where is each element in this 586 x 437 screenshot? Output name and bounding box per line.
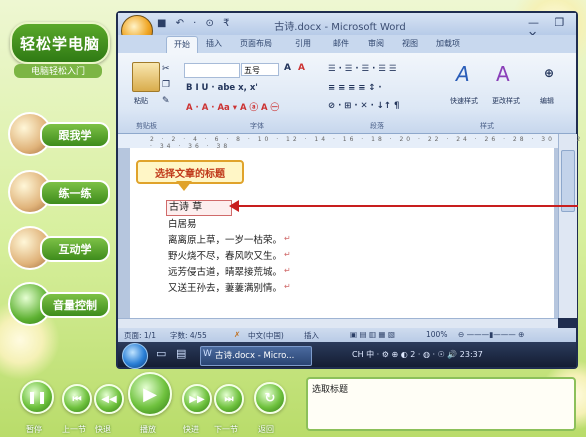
- quick-styles-label: 快速样式: [450, 97, 478, 105]
- tab-home[interactable]: 开始: [166, 36, 198, 53]
- view-buttons[interactable]: ▣ ▤ ▥ ▦ ▧: [350, 330, 395, 339]
- caption-box: 选取标题: [306, 377, 576, 431]
- play-icon: ▶: [143, 383, 157, 405]
- tab-addins[interactable]: 加载项: [436, 38, 460, 49]
- return-button[interactable]: ↻: [254, 382, 286, 414]
- tab-page-layout[interactable]: 页面布局: [240, 38, 272, 49]
- status-language[interactable]: 中文(中国): [248, 330, 284, 341]
- grow-font-icon[interactable]: A: [284, 63, 291, 73]
- paste-label: 粘贴: [134, 97, 148, 105]
- sidebar-item-label: 练一练: [40, 180, 110, 206]
- pause-icon: ❚❚: [26, 390, 48, 404]
- status-bar: 页面: 1/1 字数: 4/55 ✗ 中文(中国) 插入 ▣ ▤ ▥ ▦ ▧ 1…: [118, 328, 576, 342]
- pointer-arrow-line: [238, 205, 578, 207]
- tab-mailings[interactable]: 邮件: [333, 38, 349, 49]
- start-button-icon[interactable]: [122, 343, 148, 369]
- tab-review[interactable]: 审阅: [368, 38, 384, 49]
- find-icon[interactable]: ⊕: [544, 66, 554, 80]
- group-label-styles: 样式: [480, 122, 494, 130]
- window-title: 古诗.docx - Microsoft Word: [274, 22, 406, 33]
- poem-line[interactable]: 野火烧不尽，春风吹又生。: [168, 248, 282, 262]
- copy-icon[interactable]: ❐: [162, 80, 170, 90]
- rewind-button[interactable]: ◀◀: [94, 384, 124, 414]
- editing-label[interactable]: 编辑: [540, 96, 554, 106]
- next-section-button[interactable]: ⏭: [214, 384, 244, 414]
- sidebar-item-label: 互动学: [40, 236, 110, 262]
- play-button[interactable]: ▶: [128, 372, 172, 416]
- skip-back-icon: ⏮: [72, 393, 82, 405]
- font-size-dropdown[interactable]: 五号: [241, 63, 279, 76]
- status-page[interactable]: 页面: 1/1: [124, 330, 156, 341]
- word-doc-icon: W: [203, 349, 212, 359]
- pause-label: 暂停: [26, 425, 42, 434]
- paste-icon[interactable]: [132, 62, 160, 92]
- clear-format-icon[interactable]: A: [298, 63, 305, 73]
- fast-forward-label: 快进: [183, 425, 199, 434]
- poem-author[interactable]: 白居易: [168, 216, 197, 230]
- sidebar-item-volume[interactable]: 音量控制: [8, 282, 110, 326]
- sidebar-item-practice[interactable]: 练一练: [8, 170, 110, 214]
- quick-access-toolbar[interactable]: ■ ↶ · ⊙ ₹: [157, 18, 232, 29]
- sidebar: 轻松学电脑 电脑轻松入门 跟我学 练一练 互动学 音量控制: [0, 0, 112, 375]
- paragraph-mark-icon: ↵: [284, 282, 291, 291]
- poem-title-selected[interactable]: 古诗 草: [166, 200, 232, 216]
- group-label-font: 字体: [250, 122, 264, 130]
- arrow-head-icon: [229, 200, 239, 212]
- format-painter-icon[interactable]: ✎: [162, 96, 170, 106]
- fast-forward-icon: ▶▶: [189, 393, 205, 405]
- sidebar-item-learn[interactable]: 跟我学: [8, 112, 110, 156]
- pause-button[interactable]: ❚❚: [20, 380, 54, 414]
- change-styles-button[interactable]: A: [492, 62, 528, 92]
- taskbar-item-word[interactable]: 古诗.docx - Micro...: [200, 346, 312, 366]
- sidebar-item-label: 音量控制: [40, 292, 110, 318]
- app-logo: 轻松学电脑: [10, 22, 110, 64]
- change-styles-label: 更改样式: [492, 97, 520, 105]
- sidebar-item-label: 跟我学: [40, 122, 110, 148]
- sidebar-item-interactive[interactable]: 互动学: [8, 226, 110, 270]
- system-tray[interactable]: CH 中 · ⚙ ⊕ ◐ 2 · ◍ · ☉ 🔊 23:37: [352, 349, 572, 360]
- poem-line[interactable]: 又送王孙去，萋萋满别情。: [168, 280, 282, 294]
- align-toolbar[interactable]: ≡ ≡ ≡ ≡ ↕ ·: [328, 83, 382, 93]
- rewind-icon: ◀◀: [101, 393, 117, 405]
- zoom-slider[interactable]: ⊖ ———▮——— ⊕: [458, 330, 524, 339]
- border-toolbar[interactable]: ⊘ · ⊞ · ✕ · ↓↑ ¶: [328, 101, 399, 111]
- explorer-icon[interactable]: ▤: [176, 347, 186, 360]
- app-subtitle: 电脑轻松入门: [14, 64, 102, 78]
- rewind-label: 快退: [95, 425, 111, 434]
- tab-view[interactable]: 视图: [402, 38, 418, 49]
- list-toolbar[interactable]: ☰ · ☰ · ☰ · ☰ ☰: [328, 64, 397, 74]
- callout-pointer: [176, 181, 192, 191]
- quick-styles-button[interactable]: A: [450, 62, 486, 92]
- font-style-toolbar[interactable]: B I U · abe x, x': [186, 83, 258, 93]
- cut-icon[interactable]: ✂: [162, 64, 170, 74]
- font-name-dropdown[interactable]: [184, 63, 240, 78]
- prev-section-button[interactable]: ⏮: [62, 384, 92, 414]
- show-desktop-icon[interactable]: ▭: [156, 347, 166, 360]
- play-label: 播放: [140, 425, 156, 434]
- vertical-scrollbar-thumb[interactable]: [561, 150, 575, 212]
- fast-forward-button[interactable]: ▶▶: [182, 384, 212, 414]
- poem-line[interactable]: 离离原上草，一岁一枯荣。: [168, 232, 282, 246]
- return-icon: ↻: [264, 390, 276, 406]
- proofing-icon[interactable]: ✗: [234, 330, 240, 339]
- font-color-toolbar[interactable]: A · A · Aa ▾ A ⓐ A ㊀: [186, 101, 279, 113]
- return-label: 返回: [258, 425, 274, 434]
- quick-styles-icon: A: [456, 62, 470, 86]
- skip-forward-icon: ⏭: [224, 393, 234, 405]
- prev-section-label: 上一节: [62, 425, 86, 434]
- status-words[interactable]: 字数: 4/55: [170, 330, 207, 341]
- group-label-clipboard: 剪贴板: [136, 122, 157, 130]
- next-section-label: 下一节: [214, 425, 238, 434]
- poem-line[interactable]: 远芳侵古道，晴翠接荒城。: [168, 264, 282, 278]
- tab-references[interactable]: 引用: [295, 38, 311, 49]
- paragraph-mark-icon: ↵: [284, 234, 291, 243]
- status-mode[interactable]: 插入: [304, 330, 319, 341]
- group-label-paragraph: 段落: [370, 122, 384, 130]
- paragraph-mark-icon: ↵: [284, 250, 291, 259]
- change-styles-icon: A: [496, 62, 510, 86]
- paragraph-mark-icon: ↵: [284, 266, 291, 275]
- zoom-level[interactable]: 100%: [426, 330, 447, 339]
- tab-insert[interactable]: 插入: [206, 38, 222, 49]
